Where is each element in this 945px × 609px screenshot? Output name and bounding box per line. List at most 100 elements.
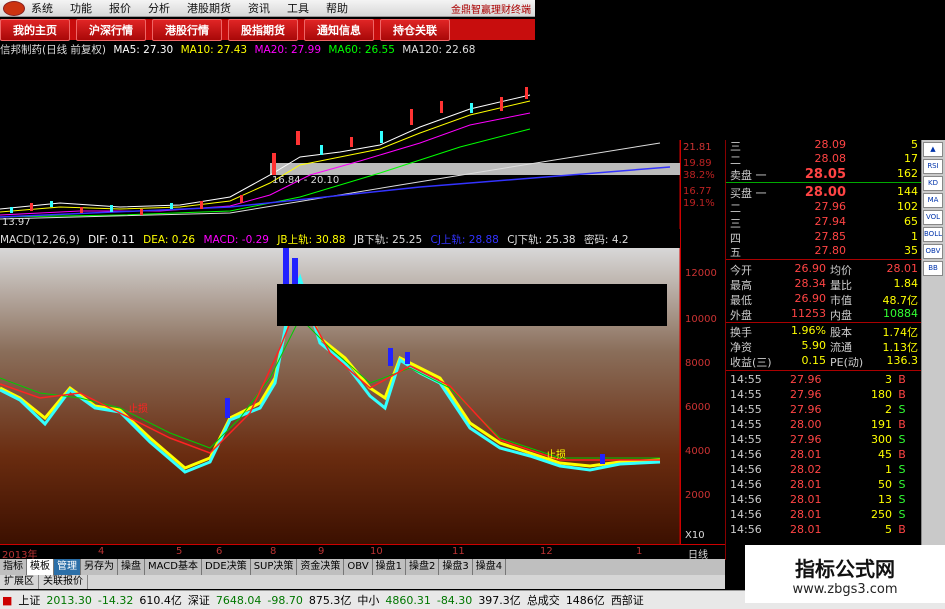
stats-divider-2 — [726, 322, 922, 323]
ind-tick-6000: 6000 — [685, 402, 711, 413]
tab-template[interactable]: 模板 — [27, 559, 54, 575]
tab-trade-4[interactable]: 操盘4 — [473, 559, 507, 575]
tab-trade-2[interactable]: 操盘2 — [406, 559, 440, 575]
tab-extension[interactable]: 扩展区 — [0, 575, 39, 589]
ma-tool-button[interactable]: MA — [923, 193, 943, 208]
menu-item-analysis[interactable]: 分析 — [148, 0, 170, 16]
bid-row-3[interactable]: 三 27.94 65 — [726, 215, 922, 230]
tab-dde[interactable]: DDE决策 — [202, 559, 251, 575]
nav-bar: 我的主页 沪深行情 港股行情 股指期货 通知信息 持仓关联 — [0, 18, 535, 41]
bid-ask-divider — [726, 182, 922, 183]
stat-row-netasset: 净资 5.90 流通 1.13亿 — [730, 339, 918, 354]
price-level-1: 21.81 — [683, 142, 712, 153]
broker-label: 西部证 — [610, 594, 644, 607]
sz-label[interactable]: 深证 — [188, 592, 210, 608]
menu-item-quote[interactable]: 报价 — [109, 0, 131, 16]
tick-row: 14:55 27.96 2 S — [730, 403, 906, 416]
total-value: 1486亿 — [565, 594, 605, 607]
tab-manage[interactable]: 管理 — [54, 559, 81, 575]
price-level-2: 19.89 — [683, 158, 712, 169]
stat-row-open: 今开 26.90 均价 28.01 — [730, 262, 918, 277]
sh-index-icon: ■ — [2, 593, 13, 607]
password-label: 密码: 4.2 — [583, 234, 629, 246]
menu-item-hk-futures[interactable]: 港股期货 — [187, 0, 231, 16]
x-label-6: 6 — [216, 546, 223, 557]
total-label: 总成交 — [526, 594, 560, 607]
nav-shsz-button[interactable]: 沪深行情 — [76, 18, 146, 41]
stat-row-outer: 外盘 11253 内盘 10884 — [730, 307, 918, 322]
tab-sup[interactable]: SUP决策 — [251, 559, 298, 575]
ask-row-2[interactable]: 二 28.08 17 — [726, 152, 922, 167]
fib-range-label: 16.84 - 20.10 — [272, 175, 340, 186]
tab-fund[interactable]: 资金决策 — [297, 559, 345, 575]
sh-change: -14.32 — [97, 593, 134, 607]
cropped-area — [535, 0, 945, 140]
ma120-label: MA120: 22.68 — [402, 44, 476, 56]
ma5-label: MA5: 27.30 — [113, 44, 174, 56]
tab-save-as[interactable]: 另存为 — [81, 559, 118, 575]
y-axis: 21.81 19.89 38.2% 16.77 19.1% 12000 1000… — [680, 140, 725, 545]
ma10-label: MA10: 27.43 — [180, 44, 248, 56]
sub-tabs: 扩展区 关联报价 — [0, 575, 725, 589]
obv-tool-button[interactable]: OBV — [923, 244, 943, 259]
tab-trade-3[interactable]: 操盘3 — [439, 559, 473, 575]
menu-item-function[interactable]: 功能 — [70, 0, 92, 16]
rsi-tool-button[interactable]: RSI — [923, 159, 943, 174]
jb-up-label: JB上轨: 30.88 — [277, 234, 346, 246]
watermark: 指标公式网 www.zbgs3.com — [745, 545, 945, 603]
tab-indicator[interactable]: 指标 — [0, 559, 27, 575]
cj-up-label: CJ上轨: 28.88 — [430, 234, 499, 246]
nav-hk-button[interactable]: 港股行情 — [152, 18, 222, 41]
vol-tool-button[interactable]: VOL — [923, 210, 943, 225]
indicator-chart[interactable]: 止损 止损 — [0, 248, 681, 544]
bid-row-4[interactable]: 四 27.85 1 — [726, 230, 922, 245]
nav-position-button[interactable]: 持仓关联 — [380, 18, 450, 41]
zx-change: -84.30 — [436, 593, 473, 607]
x-label-4: 4 — [98, 546, 105, 557]
menu-item-system[interactable]: 系统 — [31, 0, 53, 16]
kd-tool-button[interactable]: KD — [923, 176, 943, 191]
sh-amount: 610.4亿 — [139, 594, 182, 607]
jb-down-label: JB下轨: 25.25 — [353, 234, 423, 246]
zx-label[interactable]: 中小 — [357, 592, 379, 608]
x-axis: 2013年 4 5 6 8 9 10 11 12 1 日线 — [0, 544, 725, 561]
chart-tool-icon[interactable]: ▲ — [923, 142, 943, 157]
x-label-10: 10 — [370, 546, 383, 557]
sh-label[interactable]: 上证 — [18, 592, 40, 608]
watermark-url: www.zbgs3.com — [792, 582, 898, 597]
ask-row-3[interactable]: 三 28.09 5 — [726, 138, 922, 153]
nav-index-futures-button[interactable]: 股指期货 — [228, 18, 298, 41]
nav-home-button[interactable]: 我的主页 — [0, 18, 70, 41]
x-label-11: 11 — [452, 546, 465, 557]
redacted-box — [277, 284, 667, 326]
tick-row: 14:55 27.96 180 B — [730, 388, 906, 401]
menu-item-help[interactable]: 帮助 — [326, 0, 348, 16]
menu-item-news[interactable]: 资讯 — [248, 0, 270, 16]
boll-tool-button[interactable]: BOLL — [923, 227, 943, 242]
bid-row-1[interactable]: 买盘 一 28.00 144 — [726, 185, 922, 200]
ind-tick-4000: 4000 — [685, 446, 711, 457]
pct-level-2: 19.1% — [683, 198, 715, 209]
menu-item-tools[interactable]: 工具 — [287, 0, 309, 16]
tick-row: 14:55 28.00 191 B — [730, 418, 906, 431]
tab-trade[interactable]: 操盘 — [118, 559, 145, 575]
x-label-12: 12 — [540, 546, 553, 557]
tab-related-quote[interactable]: 关联报价 — [39, 575, 88, 589]
bid-row-2[interactable]: 二 27.96 102 — [726, 200, 922, 215]
bb-tool-button[interactable]: BB — [923, 261, 943, 276]
bid-row-5[interactable]: 五 27.80 35 — [726, 244, 922, 259]
ma60-label: MA60: 26.55 — [328, 44, 395, 56]
tab-macd-basic[interactable]: MACD基本 — [145, 559, 202, 575]
brand-label: 金鼎智赢理财终端 — [451, 4, 531, 16]
ind-tick-10000: 10000 — [685, 314, 717, 325]
stat-row-low: 最低 26.90 市值 48.7亿 — [730, 292, 918, 307]
ask-row-1[interactable]: 卖盘 一 28.05 162 — [726, 167, 922, 182]
sz-change: -98.70 — [267, 593, 303, 607]
tab-trade-1[interactable]: 操盘1 — [373, 559, 407, 575]
tab-obv[interactable]: OBV — [344, 559, 373, 575]
nav-notice-button[interactable]: 通知信息 — [304, 18, 374, 41]
watermark-title: 指标公式网 — [795, 557, 895, 581]
app-logo-icon — [3, 0, 25, 16]
ind-multiplier: X10 — [685, 530, 705, 541]
kline-info-row: 信邦制药(日线 前复权) MA5: 27.30 MA10: 27.43 MA20… — [0, 42, 535, 57]
